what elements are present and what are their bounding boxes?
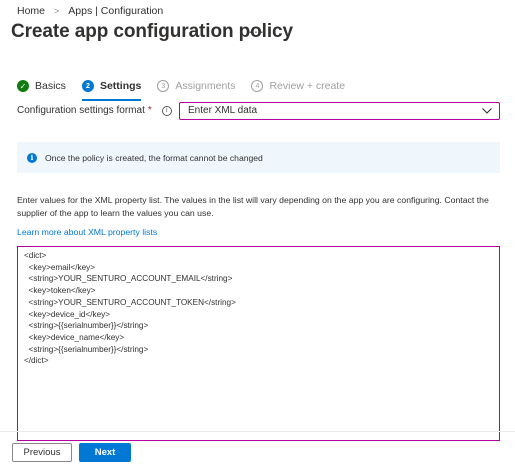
footer-divider — [0, 431, 515, 432]
step-number-icon: 4 — [251, 80, 264, 92]
info-banner: i Once the policy is created, the format… — [17, 142, 500, 173]
breadcrumb-separator-icon: > — [54, 6, 60, 16]
breadcrumb-home-link[interactable]: Home — [17, 5, 45, 17]
info-banner-text: Once the policy is created, the format c… — [45, 152, 263, 163]
format-dropdown-value: Enter XML data — [188, 105, 258, 116]
step-review-create[interactable]: 4 Review + create — [251, 76, 345, 96]
info-icon[interactable]: i — [161, 105, 172, 116]
step-settings[interactable]: 2 Settings — [81, 76, 142, 101]
checkmark-icon: ✓ — [17, 80, 29, 92]
format-dropdown[interactable]: Enter XML data — [179, 102, 500, 120]
step-assignments[interactable]: 3 Assignments — [157, 76, 235, 96]
learn-more-link[interactable]: Learn more about XML property lists — [17, 227, 157, 237]
more-options-icon[interactable]: ··· — [248, 23, 265, 39]
breadcrumb-current-link[interactable]: Apps | Configuration — [68, 5, 163, 17]
step-number-icon: 2 — [81, 80, 94, 92]
next-button[interactable]: Next — [79, 443, 131, 462]
previous-button[interactable]: Previous — [12, 443, 72, 462]
xml-description: Enter values for the XML property list. … — [17, 195, 489, 218]
format-label-text: Configuration settings format — [17, 105, 145, 116]
step-label: Review + create — [269, 80, 346, 92]
step-label: Settings — [99, 80, 142, 92]
info-filled-icon: i — [27, 152, 37, 163]
breadcrumb: Home > Apps | Configuration — [17, 5, 163, 17]
format-field-label: Configuration settings format * i — [17, 105, 172, 116]
required-marker: * — [147, 105, 152, 116]
xml-editor[interactable]: <dict> <key>email</key> <string>YOUR_SEN… — [17, 246, 500, 441]
step-label: Assignments — [175, 80, 236, 92]
step-basics[interactable]: ✓ Basics — [17, 76, 66, 96]
step-number-icon: 3 — [157, 80, 170, 92]
chevron-down-icon — [482, 108, 492, 114]
step-label: Basics — [35, 80, 66, 92]
wizard-steps: ✓ Basics 2 Settings 3 Assignments 4 Revi… — [17, 76, 361, 101]
